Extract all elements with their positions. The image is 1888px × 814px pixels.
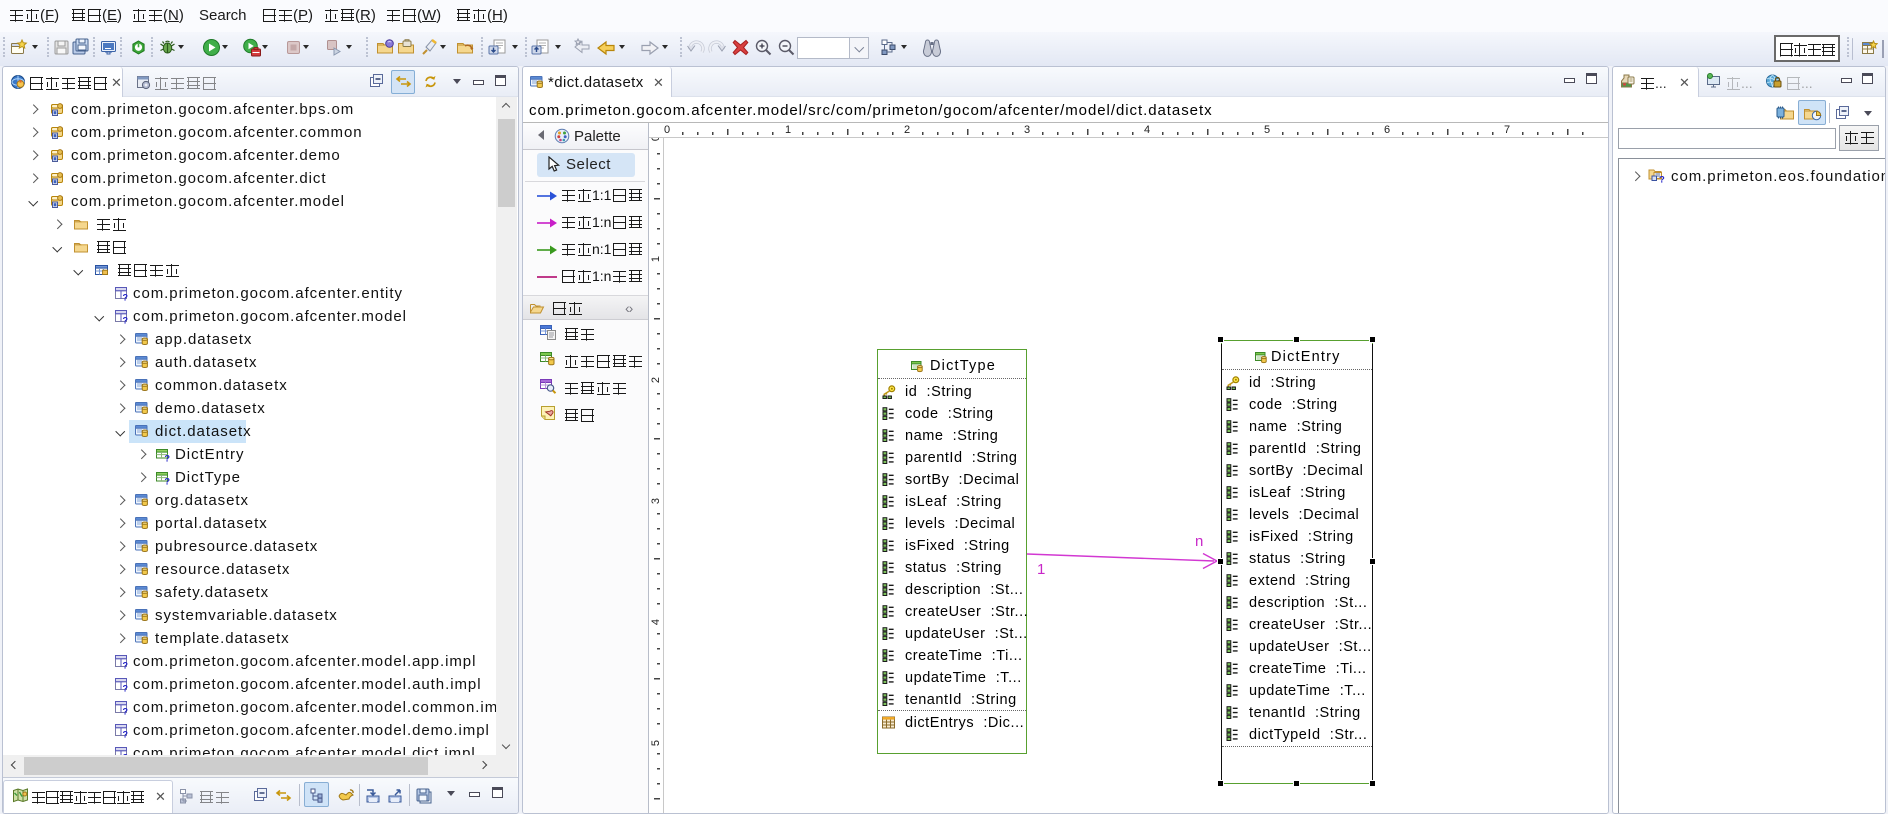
svg-text:1: 1 [1037, 561, 1045, 578]
svg-text:n: n [1195, 533, 1203, 550]
svg-text:?: ? [1659, 175, 1665, 184]
